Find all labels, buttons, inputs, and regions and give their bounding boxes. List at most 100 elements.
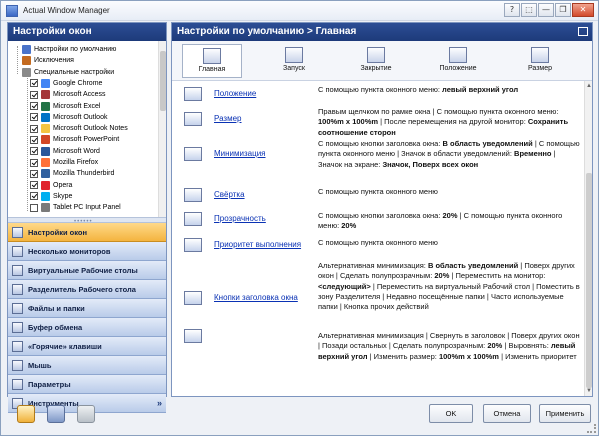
apply-button[interactable]: Применить [539, 404, 591, 423]
position-tab-icon [449, 47, 467, 63]
mouse-icon [12, 359, 23, 371]
undo-icon[interactable] [47, 405, 65, 423]
tree-item[interactable]: Microsoft Outlook [30, 112, 107, 123]
tree-item-checkbox[interactable] [30, 203, 38, 212]
tab-item[interactable]: Закрытие [346, 44, 406, 78]
tablet-icon [41, 203, 50, 213]
tab-item[interactable]: Размер [510, 44, 570, 78]
tree-item-label: Mozilla Firefox [53, 159, 99, 166]
access-icon [41, 90, 50, 100]
setting-text: Правым щелчком по рамке окна | С помощью… [318, 107, 559, 116]
tree-item[interactable]: Mozilla Thunderbird [30, 168, 114, 179]
tab-label: Главная [198, 66, 226, 73]
tree-item[interactable]: Mozilla Firefox [30, 157, 98, 168]
nav-item[interactable]: Параметры [8, 375, 166, 394]
nav-item[interactable]: Буфер обмена [8, 318, 166, 337]
rollup-icon [184, 188, 202, 202]
tree-item-checkbox[interactable] [30, 192, 38, 201]
tree-item-label: Microsoft Outlook [53, 113, 108, 121]
tree-scrollbar[interactable] [158, 41, 166, 217]
tree-item[interactable]: Microsoft Word [30, 146, 100, 157]
tree-item[interactable]: Opera [30, 180, 72, 191]
title-bar-buttons: ? ⬚ — ❐ ✕ [504, 3, 594, 18]
nav-item-label: Буфер обмена [28, 322, 83, 332]
tree-item-checkbox[interactable] [30, 147, 38, 156]
restore-panel-icon[interactable] [578, 27, 588, 36]
setting-link[interactable]: Минимизация [214, 149, 266, 158]
tree-item-checkbox[interactable] [30, 181, 38, 190]
setting-description: С помощью пункта оконного меню: левый ве… [318, 85, 580, 95]
resize-grip-icon[interactable] [587, 424, 596, 433]
nav-item[interactable]: «Горячие» клавиши [8, 337, 166, 356]
setting-link[interactable]: Прозрачность [214, 214, 266, 223]
tree-item-checkbox[interactable] [30, 79, 38, 88]
ok-button[interactable]: OK [429, 404, 473, 423]
setting-link[interactable]: Размер [214, 114, 242, 123]
close-button[interactable]: ✕ [572, 3, 594, 17]
tree-item[interactable]: Microsoft PowerPoint [30, 134, 119, 145]
tree-item[interactable]: Skype [30, 191, 72, 202]
nav-item[interactable]: Файлы и папки [8, 299, 166, 318]
tree-item[interactable]: Специальные настройки [22, 67, 114, 78]
tree-item[interactable]: Microsoft Excel [30, 101, 100, 112]
left-panel: Настройки окон Настройки по умолчанию Иск… [7, 22, 167, 413]
pin-button[interactable]: ⬚ [521, 3, 537, 17]
setting-description: С помощью пункта оконного меню [318, 238, 580, 248]
nav-item[interactable]: Мышь [8, 356, 166, 375]
list-scrollbar[interactable]: ▲ ▼ [584, 81, 592, 396]
tree-item-checkbox[interactable] [30, 102, 38, 110]
setting-link[interactable]: Свёртка [214, 190, 245, 199]
nav-item-label: Виртуальные Рабочие столы [28, 265, 138, 275]
tab-item[interactable]: Запуск [264, 44, 324, 78]
minimize-button[interactable]: — [538, 3, 554, 17]
size-icon [184, 112, 202, 126]
tab-item[interactable]: Положение [428, 44, 488, 78]
help-button[interactable]: ? [504, 3, 520, 17]
nav-item[interactable]: Несколько мониторов [8, 242, 166, 261]
setting-value: 100%m x 100%m [318, 117, 379, 127]
redo-icon[interactable] [77, 405, 95, 423]
word-icon [41, 146, 50, 156]
tree-item[interactable]: Исключения [22, 55, 74, 66]
setting-link[interactable]: Приоритет выполнения [214, 240, 301, 249]
tree-item-checkbox[interactable] [30, 113, 38, 122]
tree-item-checkbox[interactable] [30, 90, 38, 99]
tree-item[interactable]: Google Chrome [30, 78, 102, 89]
skype-icon [41, 191, 50, 201]
tree-item[interactable]: Microsoft Access [30, 89, 106, 100]
scroll-down-icon[interactable]: ▼ [586, 388, 592, 394]
tab-item[interactable]: Главная [182, 44, 242, 78]
maximize-button[interactable]: ❐ [555, 3, 571, 17]
setting-value: 20% [487, 341, 503, 351]
tree-item-checkbox[interactable] [30, 124, 38, 133]
help-book-icon[interactable] [17, 405, 35, 423]
list-scrollbar-thumb[interactable] [586, 173, 592, 388]
setting-value: 20% [434, 271, 450, 281]
tree-item-label: Skype [53, 192, 73, 200]
setting-description: Правым щелчком по рамке окна | С помощью… [318, 107, 580, 138]
tree-item[interactable]: Microsoft Outlook Notes [30, 123, 128, 134]
nav-item-label: Мышь [28, 360, 52, 370]
tree-item[interactable]: Tablet PC Input Panel [30, 202, 121, 213]
nav-item[interactable]: Разделитель Рабочего стола [8, 280, 166, 299]
setting-text: С помощью пункта оконного меню: [318, 85, 443, 94]
setting-link[interactable]: Положение [214, 89, 256, 98]
exclusions-icon [22, 56, 31, 66]
tree-connector [27, 69, 28, 211]
cancel-button[interactable]: Отмена [483, 404, 531, 423]
tab-label: Размер [527, 65, 553, 72]
tree-item-checkbox[interactable] [30, 169, 38, 178]
scroll-up-icon[interactable]: ▲ [586, 83, 592, 89]
tree-item-checkbox[interactable] [30, 135, 38, 144]
tree-item-checkbox[interactable] [30, 158, 38, 167]
tree-scrollbar-thumb[interactable] [160, 51, 166, 111]
setting-link[interactable]: Кнопки заголовка окна [214, 293, 298, 302]
nav-more-button[interactable]: » [157, 398, 162, 408]
setting-text: С помощью кнопки заголовка окна: [318, 211, 443, 220]
setting-description: Альтернативная минимизация | Свернуть в … [318, 331, 580, 362]
launch-tab-icon [285, 47, 303, 63]
nav-item[interactable]: Виртуальные Рабочие столы [8, 261, 166, 280]
right-panel: Настройки по умолчанию > Главная Главная… [171, 22, 593, 397]
nav-item[interactable]: Настройки окон [8, 223, 166, 242]
tree-item[interactable]: Настройки по умолчанию [22, 44, 116, 55]
